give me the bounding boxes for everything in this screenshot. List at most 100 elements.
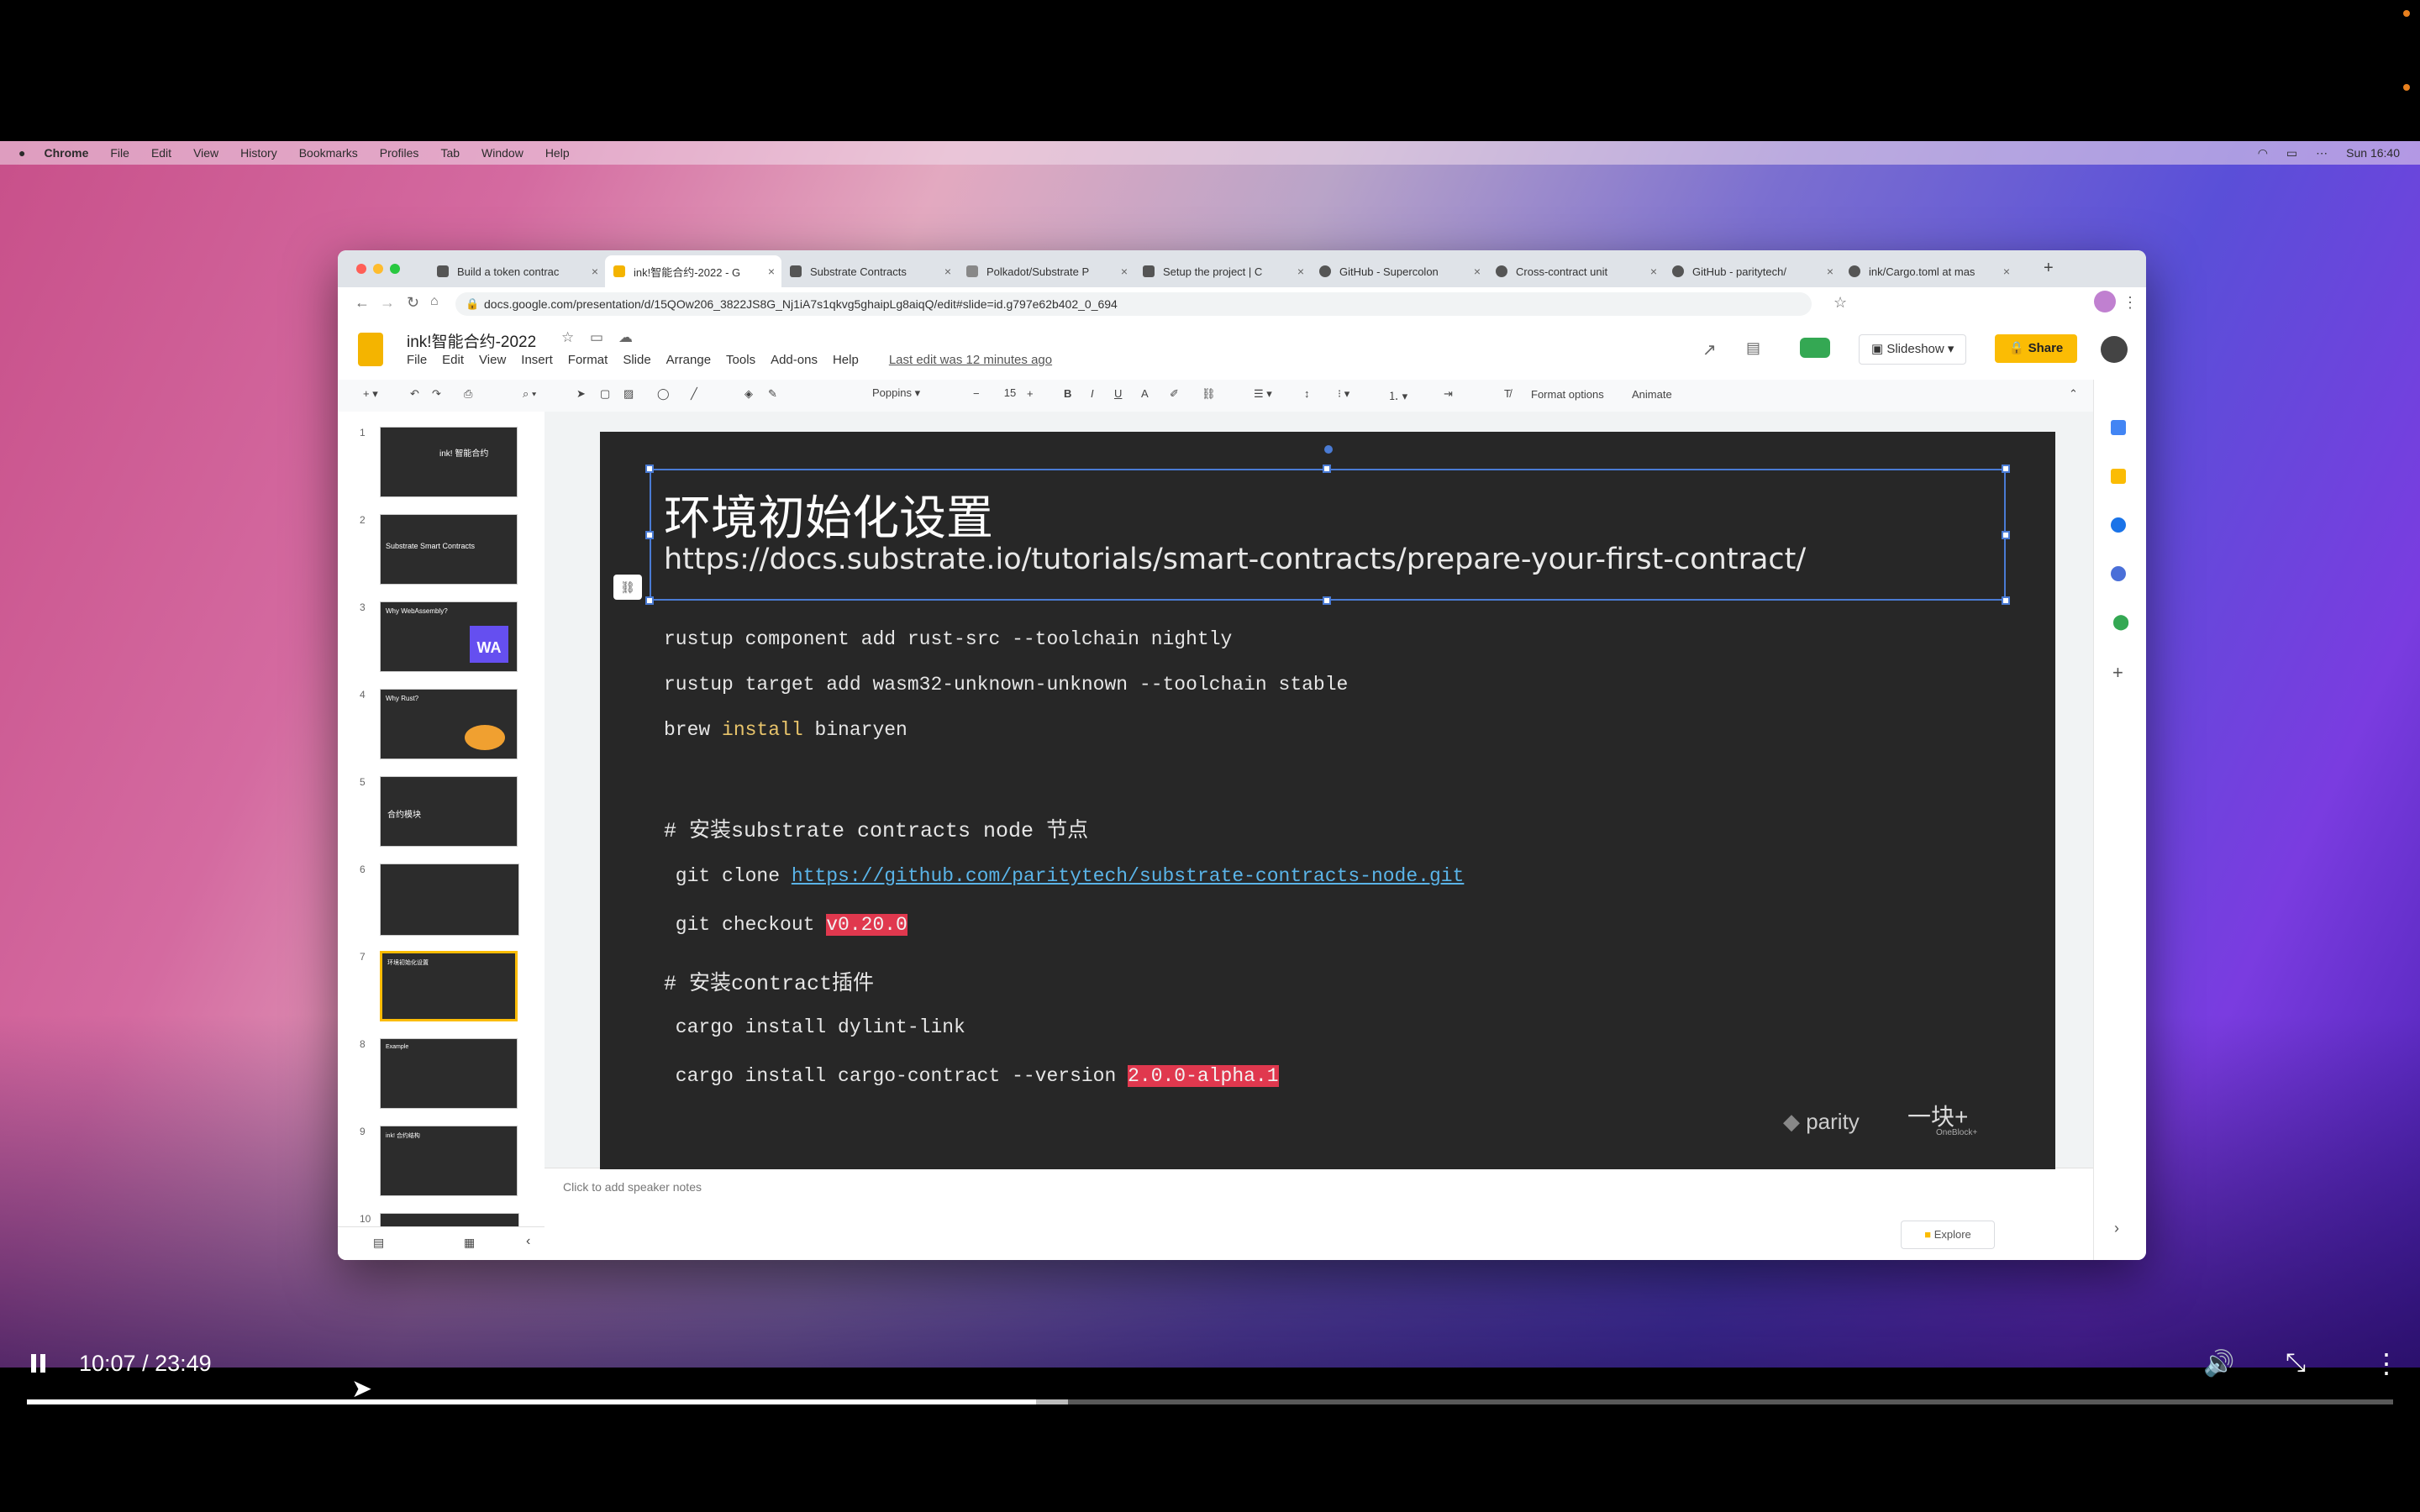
collapse-toolbar-icon[interactable]: ⌃ [2069, 387, 2078, 401]
resize-handle[interactable] [2002, 531, 2010, 539]
menu-view[interactable]: View [479, 353, 506, 367]
menu-slide[interactable]: Slide [623, 353, 650, 367]
apple-icon[interactable]: ● [18, 146, 25, 160]
fill-color-icon[interactable]: ◈ [744, 387, 753, 401]
browser-menu-icon[interactable]: ⋮ [2123, 294, 2138, 312]
slide-thumbnail-2[interactable]: Substrate Smart Contracts [380, 514, 518, 585]
grid-view-icon[interactable]: ▦ [464, 1236, 475, 1250]
menu-window[interactable]: Window [481, 146, 523, 160]
line-icon[interactable]: ╱ [691, 387, 697, 401]
browser-tab-active[interactable]: ink!智能合约-2022 - G × [605, 255, 781, 287]
user-avatar[interactable] [2101, 336, 2128, 363]
control-center-icon[interactable]: ⋯ [2316, 146, 2328, 160]
browser-tab[interactable]: GitHub - paritytech/× [1664, 255, 1840, 287]
collapse-filmstrip-icon[interactable]: ‹ [526, 1234, 530, 1249]
close-tab-icon[interactable]: × [1827, 265, 1833, 278]
menu-arrange[interactable]: Arrange [666, 353, 711, 367]
link-preview-icon[interactable]: ⛓ [613, 575, 642, 600]
browser-tab[interactable]: GitHub - Supercolon × [1311, 255, 1487, 287]
menu-history[interactable]: History [240, 146, 277, 160]
address-bar[interactable]: 🔒 docs.google.com/presentation/d/15QOw20… [455, 292, 1812, 316]
shape-icon[interactable]: ◯ [657, 387, 670, 401]
paint-format-icon[interactable]: ⎙ [464, 387, 472, 401]
italic-icon[interactable]: I [1091, 387, 1094, 400]
move-folder-icon[interactable]: ▭ [590, 329, 603, 346]
star-icon[interactable]: ☆ [561, 329, 574, 346]
exit-fullscreen-icon[interactable]: ⤡ [2286, 1349, 2306, 1378]
close-tab-icon[interactable]: × [1297, 265, 1304, 278]
pause-button[interactable] [29, 1352, 47, 1374]
browser-tab[interactable]: ink/Cargo.toml at mas × [1840, 255, 2017, 287]
rotate-handle[interactable] [1324, 445, 1333, 454]
textbox-icon[interactable]: ▢ [600, 387, 610, 401]
cloud-status-icon[interactable]: ☁ [618, 329, 633, 346]
more-options-icon[interactable]: ⋮ [2373, 1347, 2400, 1379]
resize-handle[interactable] [1323, 596, 1331, 605]
animate-button[interactable]: Animate [1632, 388, 1672, 401]
slide-title[interactable]: 环境初始化设置 [664, 480, 993, 549]
numbered-list-icon[interactable]: ⒈ ▾ [1388, 387, 1407, 403]
browser-tab[interactable]: Build a token contrac × [429, 255, 605, 287]
close-tab-icon[interactable]: × [1474, 265, 1481, 278]
menu-profiles[interactable]: Profiles [380, 146, 419, 160]
contacts-icon[interactable] [2111, 566, 2126, 581]
slide-thumbnail-3[interactable]: Why WebAssembly? WA [380, 601, 518, 672]
slide-thumbnail-4[interactable]: Why Rust? [380, 689, 518, 759]
image-icon[interactable]: ▨ [623, 387, 634, 401]
back-icon[interactable]: ← [355, 294, 370, 312]
slide-thumbnail-8[interactable]: Example [380, 1038, 518, 1109]
menu-insert[interactable]: Insert [521, 353, 553, 367]
browser-tab[interactable]: Substrate Contracts × [781, 255, 958, 287]
decrease-font-icon[interactable]: − [973, 387, 980, 400]
resize-handle[interactable] [645, 531, 654, 539]
meet-icon[interactable] [1800, 338, 1830, 358]
close-tab-icon[interactable]: × [768, 265, 775, 278]
menu-tab[interactable]: Tab [440, 146, 460, 160]
menubar-clock[interactable]: Sun 16:40 [2346, 146, 2400, 160]
slide-thumbnail-7-selected[interactable]: 环境初始化设置 [380, 951, 518, 1021]
resize-handle[interactable] [645, 465, 654, 473]
browser-tab[interactable]: Setup the project | C × [1134, 255, 1311, 287]
undo-icon[interactable]: ↶ [410, 387, 419, 401]
close-tab-icon[interactable]: × [944, 265, 951, 278]
expand-panel-icon[interactable]: › [2114, 1220, 2119, 1237]
menu-bookmarks[interactable]: Bookmarks [299, 146, 358, 160]
resize-handle[interactable] [1323, 465, 1331, 473]
resize-handle[interactable] [2002, 465, 2010, 473]
menu-addons[interactable]: Add-ons [771, 353, 818, 367]
zoom-window-button[interactable] [390, 264, 400, 274]
last-edit-link[interactable]: Last edit was 12 minutes ago [889, 353, 1052, 367]
slide-thumbnail-5[interactable]: 合约模块 [380, 776, 518, 847]
underline-icon[interactable]: U [1114, 387, 1122, 400]
border-color-icon[interactable]: ✎ [768, 387, 777, 401]
maps-icon[interactable]: ⬤ [2112, 613, 2129, 631]
close-tab-icon[interactable]: × [1121, 265, 1128, 278]
select-icon[interactable]: ➤ [576, 387, 586, 401]
line-spacing-icon[interactable]: ↕ [1304, 387, 1310, 400]
minimize-window-button[interactable] [373, 264, 383, 274]
menu-help[interactable]: Help [833, 353, 859, 367]
slide-thumbnail-6[interactable] [380, 864, 519, 936]
highlight-icon[interactable]: ✐ [1170, 387, 1179, 401]
menu-file[interactable]: File [407, 353, 427, 367]
bookmark-star-icon[interactable]: ☆ [1833, 294, 1847, 312]
explore-button[interactable]: ■ Explore [1901, 1221, 1995, 1249]
calendar-icon[interactable] [2111, 420, 2126, 435]
close-tab-icon[interactable]: × [592, 265, 598, 278]
menu-tools[interactable]: Tools [726, 353, 755, 367]
close-window-button[interactable] [356, 264, 366, 274]
menu-help[interactable]: Help [545, 146, 570, 160]
volume-icon[interactable]: 🔊 [2203, 1349, 2234, 1378]
menu-edit[interactable]: Edit [442, 353, 464, 367]
redo-icon[interactable]: ↷ [432, 387, 441, 401]
comments-icon[interactable]: ▤ [1746, 339, 1760, 357]
browser-tab[interactable]: Polkadot/Substrate P × [958, 255, 1134, 287]
font-select[interactable]: Poppins ▾ [872, 386, 956, 400]
menu-file[interactable]: File [110, 146, 129, 160]
clear-format-icon[interactable]: T̸ [1504, 387, 1511, 400]
get-addons-icon[interactable]: + [2112, 662, 2123, 684]
slide-thumbnail-1[interactable]: ink! 智能合约 [380, 427, 518, 497]
menu-edit[interactable]: Edit [151, 146, 171, 160]
menu-chrome[interactable]: Chrome [44, 146, 88, 160]
slideshow-button[interactable]: ▣ Slideshow ▾ [1859, 334, 1967, 365]
